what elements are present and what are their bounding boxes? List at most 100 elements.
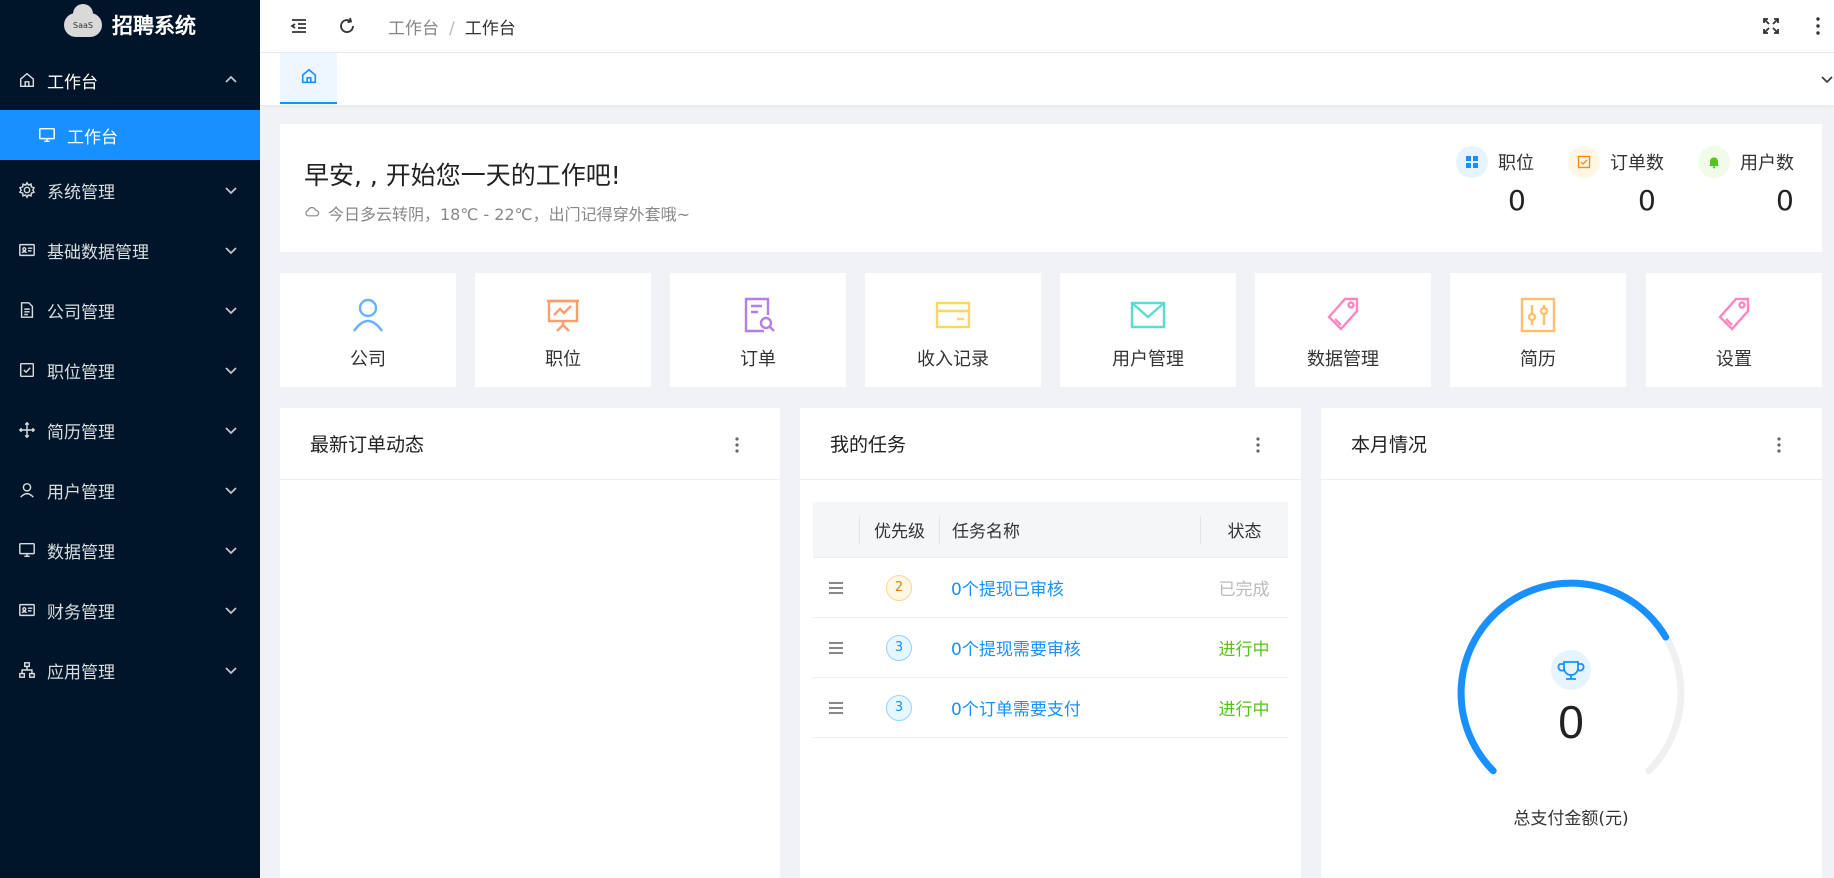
drag-handle-icon[interactable] — [813, 641, 859, 655]
task-name-link[interactable]: 0个提现需要审核 — [939, 635, 1200, 660]
more-vertical-icon[interactable] — [1815, 16, 1821, 36]
stat-orders: 订单数 0 — [1568, 146, 1688, 217]
more-vertical-icon[interactable] — [734, 436, 740, 454]
submenu-label: 工作台 — [67, 127, 118, 148]
shortcut-order[interactable]: 订单 — [670, 273, 846, 387]
menu-label: 工作台 — [47, 72, 98, 93]
monitor-icon — [18, 541, 36, 559]
checkbox-icon — [18, 361, 36, 379]
sliders-icon — [1518, 295, 1558, 335]
app-title: 招聘系统 — [112, 14, 196, 38]
shortcut-company[interactable]: 公司 — [280, 273, 456, 387]
panel-title: 我的任务 — [830, 434, 907, 456]
stat-label: 职位 — [1498, 153, 1534, 174]
menu-position[interactable]: 职位管理 — [0, 340, 260, 400]
drag-handle-icon[interactable] — [813, 701, 859, 715]
breadcrumb: 工作台 / 工作台 — [388, 14, 516, 39]
menu-workbench[interactable]: 工作台 — [0, 50, 260, 110]
shortcut-label: 订单 — [740, 349, 776, 370]
cloud-logo-icon: SaaS — [64, 4, 102, 37]
grid-icon — [1456, 146, 1488, 178]
gauge-label: 总支付金额(元) — [1513, 809, 1629, 829]
sidebar: SaaS 招聘系统 工作台 工作台 系统管理 基础数据管理 公司管理 职位管理 … — [0, 0, 260, 878]
shortcut-settings[interactable]: 设置 — [1646, 273, 1822, 387]
shortcut-label: 收入记录 — [917, 349, 989, 370]
bell-icon — [1698, 146, 1730, 178]
shortcut-data-manage[interactable]: 数据管理 — [1255, 273, 1431, 387]
drag-handle-icon[interactable] — [813, 581, 859, 595]
card-icon — [933, 295, 973, 335]
stat-users: 用户数 0 — [1698, 146, 1818, 217]
chevron-down-icon — [224, 362, 238, 376]
menu-basic-data[interactable]: 基础数据管理 — [0, 220, 260, 280]
priority-badge: 3 — [886, 694, 912, 721]
chevron-down-icon — [224, 302, 238, 316]
move-icon — [18, 421, 36, 439]
task-table: 优先级 任务名称 状态 2 0个提现已审核 已完成 3 0个提现需要审核 进行中… — [813, 502, 1288, 738]
submenu-workbench[interactable]: 工作台 — [0, 110, 260, 160]
menu-label: 数据管理 — [47, 542, 115, 563]
shortcut-position[interactable]: 职位 — [475, 273, 651, 387]
stat-label: 用户数 — [1740, 153, 1794, 174]
trophy-badge — [1551, 650, 1591, 690]
status-header: 状态 — [1200, 515, 1288, 544]
chevron-down-icon — [224, 242, 238, 256]
weather-label: 今日多云转阴，18℃ - 22℃，出门记得穿外套哦~ — [328, 205, 691, 224]
shortcut-resume[interactable]: 简历 — [1450, 273, 1626, 387]
more-vertical-icon[interactable] — [1776, 436, 1782, 454]
gauge-value: 0 — [1558, 696, 1584, 748]
breadcrumb-parent[interactable]: 工作台 — [388, 19, 439, 39]
cloud-icon — [304, 203, 320, 223]
menu-system[interactable]: 系统管理 — [0, 160, 260, 220]
menu-label: 系统管理 — [47, 182, 115, 203]
tabs-dropdown-icon[interactable] — [1820, 71, 1834, 85]
shortcut-user-manage[interactable]: 用户管理 — [1060, 273, 1236, 387]
chevron-up-icon — [224, 72, 238, 86]
fullscreen-icon[interactable] — [1760, 15, 1782, 37]
menu-app[interactable]: 应用管理 — [0, 640, 260, 700]
file-icon — [18, 301, 36, 319]
menu-label: 职位管理 — [47, 362, 115, 383]
more-vertical-icon[interactable] — [1255, 436, 1261, 454]
payment-gauge: 0 — [1441, 568, 1701, 788]
shortcut-income[interactable]: 收入记录 — [865, 273, 1041, 387]
shortcut-label: 设置 — [1716, 349, 1752, 370]
task-status: 已完成 — [1218, 580, 1270, 600]
top-header: 工作台 / 工作台 — [260, 0, 1834, 53]
refresh-icon[interactable] — [336, 15, 358, 37]
menu-label: 基础数据管理 — [47, 242, 149, 263]
collapse-menu-icon[interactable] — [288, 15, 310, 37]
sitemap-icon — [18, 661, 36, 679]
chevron-down-icon — [224, 662, 238, 676]
id-card-icon — [18, 241, 36, 259]
task-name-link[interactable]: 0个提现已审核 — [939, 575, 1200, 600]
chevron-down-icon — [224, 602, 238, 616]
logo[interactable]: SaaS 招聘系统 — [0, 0, 260, 50]
tab-bar — [260, 53, 1834, 105]
tab-home[interactable] — [280, 53, 337, 104]
chevron-down-icon — [224, 542, 238, 556]
task-name-link[interactable]: 0个订单需要支付 — [939, 695, 1200, 720]
task-table-header: 优先级 任务名称 状态 — [813, 502, 1288, 558]
menu-company[interactable]: 公司管理 — [0, 280, 260, 340]
chevron-down-icon — [224, 182, 238, 196]
user-icon — [18, 481, 36, 499]
weather-text: 今日多云转阴，18℃ - 22℃，出门记得穿外套哦~ — [304, 201, 690, 225]
home-icon — [18, 71, 36, 89]
shortcut-label: 用户管理 — [1112, 349, 1184, 370]
task-status: 进行中 — [1218, 640, 1270, 660]
menu-finance[interactable]: 财务管理 — [0, 580, 260, 640]
menu-resume[interactable]: 简历管理 — [0, 400, 260, 460]
shortcut-label: 简历 — [1520, 349, 1556, 370]
id-card-icon — [18, 601, 36, 619]
table-row: 3 0个订单需要支付 进行中 — [813, 678, 1288, 738]
menu-user[interactable]: 用户管理 — [0, 460, 260, 520]
stat-value: 0 — [1776, 184, 1794, 217]
welcome-card: 早安, , 开始您一天的工作吧! 今日多云转阴，18℃ - 22℃，出门记得穿外… — [280, 124, 1822, 252]
home-icon — [300, 67, 318, 89]
panel-header: 最新订单动态 — [280, 408, 780, 480]
table-row: 3 0个提现需要审核 进行中 — [813, 618, 1288, 678]
menu-data[interactable]: 数据管理 — [0, 520, 260, 580]
panel-header: 本月情况 — [1321, 408, 1822, 480]
tag-icon — [1714, 295, 1754, 335]
